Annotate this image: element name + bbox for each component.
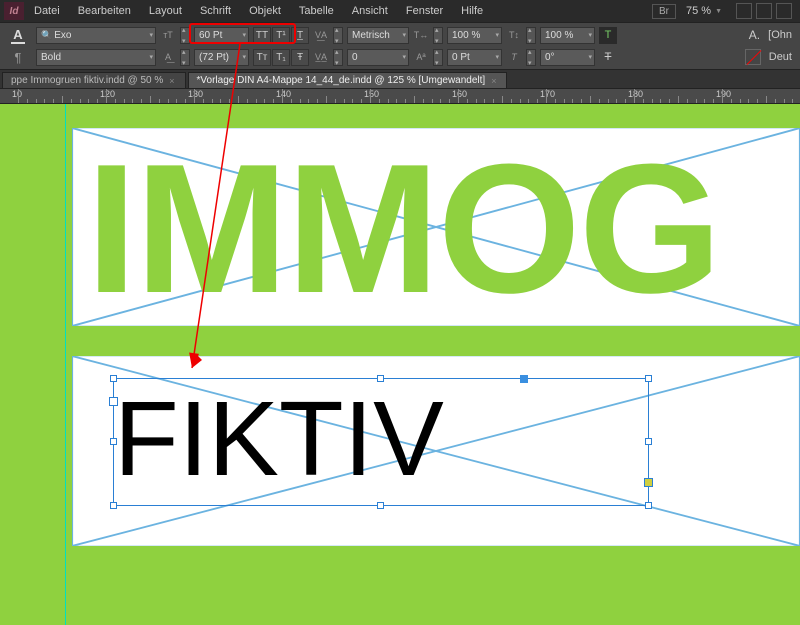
paragraph-mode-icon[interactable]: ¶ [15, 50, 22, 65]
allcaps-button[interactable]: TT [253, 27, 271, 44]
font-weight-field[interactable]: Bold [36, 49, 156, 66]
anchor-indicator[interactable] [520, 375, 528, 383]
right-label: [Ohn [764, 29, 796, 41]
resize-handle-w[interactable] [110, 438, 117, 445]
tab-label: ppe Immogruen fiktiv.indd @ 50 % [11, 75, 163, 86]
baseline-stepper[interactable] [433, 49, 443, 66]
document-tab-1[interactable]: ppe Immogruen fiktiv.indd @ 50 % × [2, 72, 186, 88]
vscale-stepper[interactable] [526, 27, 536, 44]
leading-icon: A͟ [160, 49, 176, 65]
menu-datei[interactable]: Datei [26, 5, 68, 17]
bridge-button[interactable]: Br [652, 4, 676, 19]
text-immog: IMMOG [86, 136, 720, 320]
tab-label: *Vorlage DIN A4-Mappe 14_44_de.indd @ 12… [197, 75, 486, 86]
close-icon[interactable]: × [169, 76, 174, 86]
leading-stepper[interactable] [180, 49, 190, 66]
resize-handle-nw[interactable] [110, 375, 117, 382]
view-mode-icon[interactable] [736, 3, 752, 19]
menu-objekt[interactable]: Objekt [241, 5, 289, 17]
resize-handle-ne[interactable] [645, 375, 652, 382]
text-frame-immog[interactable]: IMMOG [72, 128, 800, 326]
font-size-field[interactable]: 60 Pt [194, 27, 249, 44]
selected-text-frame[interactable]: FIKTIV [113, 378, 649, 506]
vscale-icon: T↕ [506, 27, 522, 43]
tracking-stepper[interactable] [333, 49, 343, 66]
arrange-icon[interactable] [776, 3, 792, 19]
skew-field[interactable]: 0° [540, 49, 595, 66]
kerning-field[interactable]: Metrisch [347, 27, 409, 44]
horizontal-ruler[interactable]: 10120130140150160170180190200210 [0, 88, 800, 104]
text-out-port[interactable] [644, 478, 653, 487]
skew-stepper[interactable] [526, 49, 536, 66]
search-icon: 🔍 [41, 30, 52, 41]
baseline-icon: Aª [413, 49, 429, 65]
menu-tabelle[interactable]: Tabelle [291, 5, 342, 17]
hscale-stepper[interactable] [433, 27, 443, 44]
kerning-icon: V͟A [313, 27, 329, 43]
resize-handle-e[interactable] [645, 438, 652, 445]
hscale-icon: T↔ [413, 27, 429, 43]
strikethrough-button[interactable]: Ŧ [291, 49, 309, 66]
tracking-field[interactable]: 0 [347, 49, 409, 66]
menu-layout[interactable]: Layout [141, 5, 190, 17]
app-logo: Id [4, 2, 24, 20]
leading-field[interactable]: (72 Pt) [194, 49, 249, 66]
vscale-field[interactable]: 100 % [540, 27, 595, 44]
menu-bar: Id Datei Bearbeiten Layout Schrift Objek… [0, 0, 800, 22]
screen-mode-icon[interactable] [756, 3, 772, 19]
kerning-stepper[interactable] [333, 27, 343, 44]
resize-handle-sw[interactable] [110, 502, 117, 509]
menu-bearbeiten[interactable]: Bearbeiten [70, 5, 139, 17]
document-canvas[interactable]: IMMOG FIKTIV [0, 104, 800, 625]
skew-icon: T [506, 49, 522, 65]
control-panel: A 🔍Exo тT 60 Pt TT T¹ T̲ V͟A Metrisch T↔… [0, 22, 800, 70]
language-field[interactable]: Deut [765, 51, 796, 63]
resize-handle-se[interactable] [645, 502, 652, 509]
document-tab-2[interactable]: *Vorlage DIN A4-Mappe 14_44_de.indd @ 12… [188, 72, 508, 88]
text-stroke-icon[interactable]: T [599, 49, 617, 66]
character-mode-icon[interactable]: A [11, 27, 24, 44]
font-family-field[interactable]: 🔍Exo [36, 27, 156, 44]
resize-handle-s[interactable] [377, 502, 384, 509]
menu-fenster[interactable]: Fenster [398, 5, 451, 17]
zoom-dropdown[interactable]: 75 %▼ [678, 5, 730, 17]
menu-hilfe[interactable]: Hilfe [453, 5, 491, 17]
subscript-button[interactable]: T₁ [272, 49, 290, 66]
underline-button[interactable]: T̲ [291, 27, 309, 44]
close-icon[interactable]: × [491, 76, 496, 86]
font-size-stepper[interactable] [180, 27, 190, 44]
clear-overrides-icon[interactable] [745, 49, 761, 65]
menu-ansicht[interactable]: Ansicht [344, 5, 396, 17]
text-in-port[interactable] [109, 397, 118, 406]
hscale-field[interactable]: 100 % [447, 27, 502, 44]
font-family-value: Exo [54, 30, 71, 41]
vertical-guide[interactable] [65, 104, 66, 625]
smallcaps-button[interactable]: Tт [253, 49, 271, 66]
zoom-value: 75 % [686, 5, 711, 17]
text-fill-icon[interactable]: T [599, 27, 617, 44]
resize-handle-n[interactable] [377, 375, 384, 382]
font-size-icon: тT [160, 27, 176, 43]
char-style-icon[interactable]: A. [749, 28, 760, 42]
baseline-field[interactable]: 0 Pt [447, 49, 502, 66]
menu-schrift[interactable]: Schrift [192, 5, 239, 17]
superscript-button[interactable]: T¹ [272, 27, 290, 44]
document-tabs: ppe Immogruen fiktiv.indd @ 50 % × *Vorla… [0, 70, 800, 88]
tracking-icon: V̲A̲ [313, 49, 329, 65]
